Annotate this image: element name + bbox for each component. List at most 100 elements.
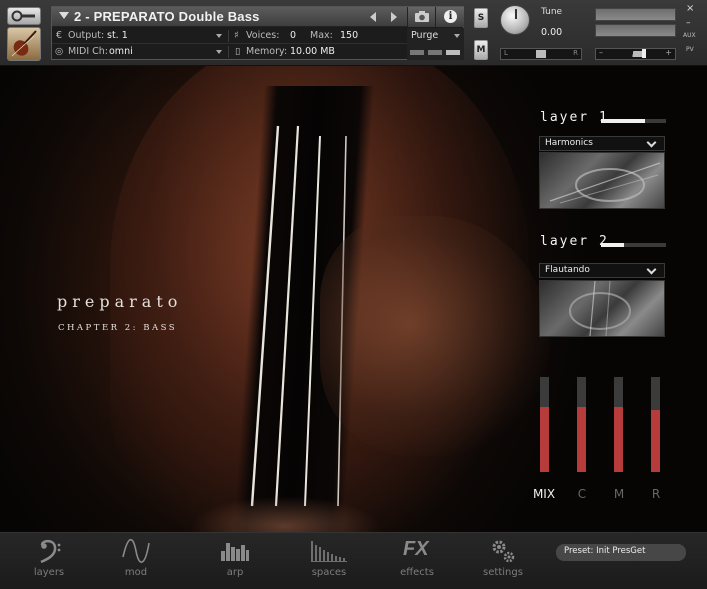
title-dropdown-caret-icon[interactable] (59, 12, 69, 19)
solo-button[interactable]: S (474, 8, 488, 28)
midi-channel-select[interactable]: omni (109, 46, 133, 57)
voices-icon: ♯ (234, 30, 239, 41)
layer-1-articulation-select[interactable]: Harmonics (539, 136, 665, 151)
divider (228, 46, 229, 58)
snapshot-button[interactable] (407, 7, 435, 27)
layer-2-volume-slider[interactable] (601, 243, 666, 247)
instrument-icon-button[interactable] (7, 27, 41, 61)
mid-mic-label[interactable]: M (604, 487, 634, 501)
previous-instrument-icon[interactable] (370, 12, 376, 22)
info-icon: i (444, 10, 457, 23)
instrument-artwork: preparato CHAPTER 2: BASS layer 1 Harmon… (0, 66, 707, 532)
layer-2-volume-fill (601, 243, 625, 247)
wrench-icon (11, 10, 35, 22)
preset-selector[interactable]: Preset: Init PresGet (556, 544, 686, 561)
purge-indicator (446, 50, 460, 55)
purge-dropdown-icon[interactable] (454, 34, 460, 38)
max-voices-value[interactable]: 150 (340, 30, 358, 41)
mix-fader-fill (651, 410, 660, 472)
purge-indicator (410, 50, 424, 55)
nav-label: settings (483, 567, 523, 578)
memory-value: 10.00 MB (290, 46, 335, 57)
voices-label: Voices: (246, 30, 280, 41)
nav-spaces[interactable]: spaces (294, 533, 364, 589)
output-icon: € (56, 30, 63, 41)
mix-fader-mid[interactable] (614, 377, 623, 472)
nav-label: effects (400, 567, 434, 578)
layer-2-articulation-select[interactable]: Flautando (539, 263, 665, 278)
camera-icon (415, 11, 429, 22)
layer-2-articulation-value: Flautando (545, 265, 590, 275)
brand-name: preparato (57, 292, 183, 311)
pan-left-label: L (504, 49, 508, 57)
title-row: 2 - PREPARATO Double Bass (52, 7, 407, 27)
output-voices-row: € Output: st. 1 ♯ Voices: 0 Max: 150 (52, 28, 407, 44)
nav-label: spaces (311, 567, 347, 578)
mix-fader-mix[interactable] (540, 377, 549, 472)
layer-2-title: layer 2 (540, 234, 609, 249)
tune-knob[interactable] (500, 5, 530, 35)
midi-memory-row: ◎ MIDI Ch: omni ▯ Memory: 10.00 MB (52, 44, 407, 60)
memory-icon: ▯ (235, 46, 241, 57)
aux-button[interactable]: AUX (683, 32, 696, 39)
output-select[interactable]: st. 1 (107, 30, 128, 41)
nav-effects[interactable]: FX effects (382, 533, 452, 589)
minimize-icon[interactable]: – (686, 18, 691, 28)
arp-bars-icon (221, 543, 249, 561)
mute-button[interactable]: M (474, 40, 488, 60)
layer-2-thumbnail[interactable] (539, 280, 665, 337)
purge-label: Purge (411, 30, 439, 41)
memory-label: Memory: (246, 46, 288, 57)
nav-label: layers (33, 567, 65, 578)
instrument-panel: 2 - PREPARATO Double Bass i € Output: st… (51, 6, 464, 60)
layer-1-photo (549, 162, 661, 204)
close-mic-label[interactable]: C (567, 487, 597, 501)
instrument-title[interactable]: 2 - PREPARATO Double Bass (74, 9, 260, 24)
preset-name: Preset: Init PresGet (564, 546, 646, 556)
fx-icon: FX (403, 538, 429, 560)
nav-label: arp (226, 567, 244, 578)
volume-handle[interactable] (642, 49, 646, 58)
purge-control[interactable]: Purge (407, 28, 464, 60)
divider (228, 30, 229, 42)
midi-channel-label: MIDI Ch: (68, 46, 108, 57)
layer-1-volume-slider[interactable] (601, 119, 666, 123)
volume-minus-label: – (599, 48, 603, 57)
layer-1-articulation-value: Harmonics (545, 138, 593, 148)
room-mic-label[interactable]: R (641, 487, 671, 501)
mix-label[interactable]: MIX (529, 487, 559, 501)
layer-2-photo (569, 281, 631, 336)
brand-subtitle: CHAPTER 2: BASS (58, 323, 178, 333)
sine-wave-icon (122, 538, 150, 563)
tune-value: 0.00 (541, 27, 563, 38)
layer-1-thumbnail[interactable] (539, 152, 665, 209)
output-dropdown-icon[interactable] (216, 34, 222, 38)
instrument-header: 2 - PREPARATO Double Bass i € Output: st… (0, 0, 707, 66)
info-button[interactable]: i (435, 7, 464, 27)
output-meter-right (595, 24, 676, 37)
close-icon[interactable]: × (686, 3, 694, 14)
output-label: Output: (68, 30, 105, 41)
mix-fader-fill (540, 407, 549, 472)
pan-handle[interactable] (536, 50, 546, 58)
volume-slider[interactable]: – + (595, 48, 676, 60)
output-meter-left (595, 8, 676, 21)
nav-arp[interactable]: arp (200, 533, 270, 589)
wrench-button[interactable] (7, 7, 41, 25)
bass-clef-icon (40, 539, 61, 564)
volume-plus-label: + (665, 48, 672, 57)
nav-layers[interactable]: layers (14, 533, 84, 589)
reverb-decay-icon (311, 541, 347, 562)
violin-icon (11, 30, 37, 57)
tune-label: Tune (541, 7, 563, 17)
pv-button[interactable]: PV (686, 46, 694, 53)
mix-fader-close[interactable] (577, 377, 586, 472)
pan-slider[interactable]: L R (500, 48, 582, 60)
next-instrument-icon[interactable] (391, 12, 397, 22)
midi-dropdown-icon[interactable] (216, 50, 222, 54)
nav-settings[interactable]: settings (468, 533, 538, 589)
purge-indicator (428, 50, 442, 55)
mix-fader-room[interactable] (651, 377, 660, 472)
nav-mod[interactable]: mod (101, 533, 171, 589)
mix-fader-fill (577, 407, 586, 472)
